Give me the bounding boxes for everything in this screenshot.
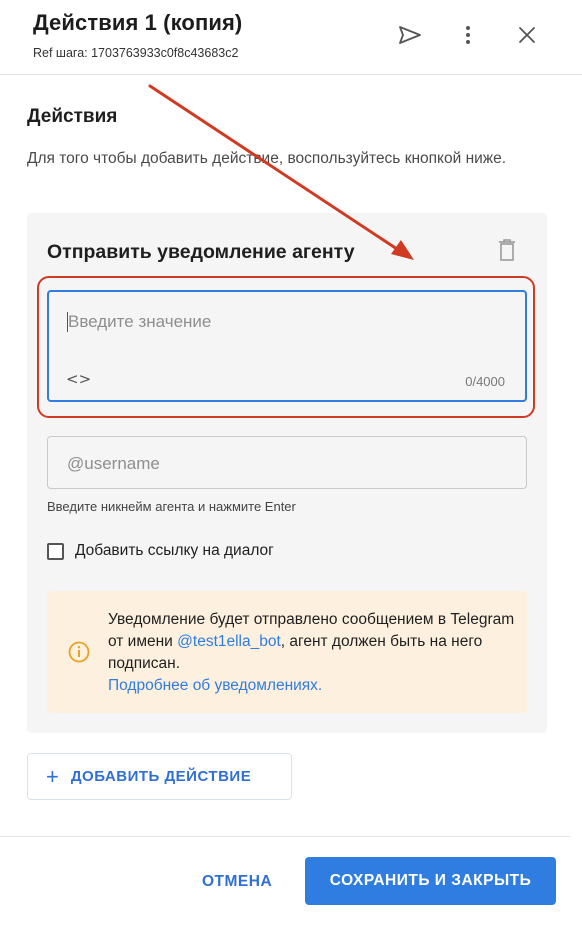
action-card: Отправить уведомление агенту Введите зна… [27, 213, 547, 733]
message-textarea[interactable]: Введите значение <> 0/4000 [47, 290, 527, 402]
cancel-button[interactable]: ОТМЕНА [192, 862, 282, 902]
plus-icon: + [46, 763, 59, 789]
more-button[interactable] [453, 20, 483, 50]
add-action-button[interactable]: + ДОБАВИТЬ ДЕЙСТВИЕ [27, 753, 292, 800]
username-placeholder: @username [67, 454, 160, 473]
close-icon [519, 27, 535, 43]
step-ref: Ref шага: 1703763933c0f8c43683c2 [33, 46, 239, 60]
dialog-link-checkbox[interactable] [47, 542, 64, 560]
info-icon [68, 641, 90, 663]
more-vertical-icon [466, 26, 470, 44]
save-and-close-button[interactable]: СОХРАНИТЬ И ЗАКРЫТЬ [305, 857, 556, 905]
modal-title: Действия 1 (копия) [33, 10, 243, 35]
message-placeholder: Введите значение [68, 312, 212, 331]
info-notice: Уведомление будет отправлено сообщением … [47, 591, 527, 713]
dialog-link-checkbox-row[interactable]: Добавить ссылку на диалог [47, 540, 274, 562]
send-button[interactable] [395, 20, 425, 50]
modal-header: Действия 1 (копия) Ref шага: 1703763933c… [0, 0, 582, 75]
send-icon [399, 26, 421, 44]
code-icon[interactable]: <> [66, 370, 91, 388]
trash-icon [499, 239, 515, 261]
notifications-help-link[interactable]: Подробнее об уведомлениях. [108, 677, 322, 694]
section-description: Для того чтобы добавить действие, воспол… [27, 150, 507, 167]
delete-action-button[interactable] [497, 238, 517, 262]
username-input[interactable]: @username [47, 436, 527, 489]
close-button[interactable] [512, 20, 542, 50]
footer-divider [0, 836, 570, 837]
section-title: Действия [27, 106, 118, 127]
action-card-title: Отправить уведомление агенту [47, 241, 355, 263]
add-action-label: ДОБАВИТЬ ДЕЙСТВИЕ [70, 768, 252, 785]
username-helper-text: Введите никнейм агента и нажмите Enter [47, 499, 296, 514]
character-counter: 0/4000 [465, 374, 505, 389]
info-text: Уведомление будет отправлено сообщением … [108, 609, 518, 697]
bot-link[interactable]: @test1ella_bot [177, 633, 281, 650]
dialog-link-checkbox-label: Добавить ссылку на диалог [75, 542, 274, 559]
